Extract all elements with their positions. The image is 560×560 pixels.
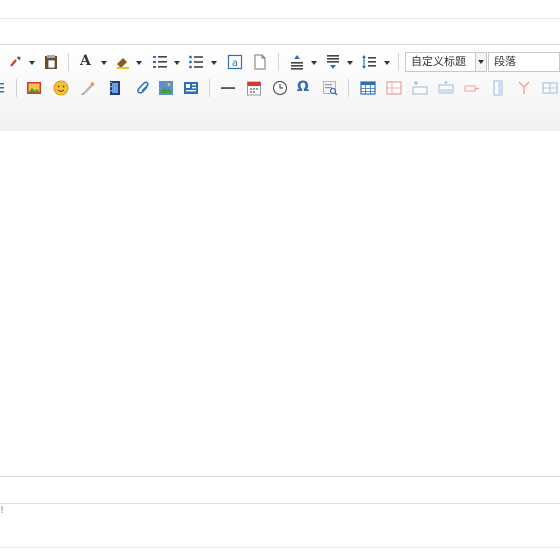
editor-bottom-bar	[0, 476, 560, 504]
toolbar-separator	[209, 79, 210, 97]
insert-paragraph-before-table-icon[interactable]	[412, 80, 428, 96]
chevron-down-icon	[478, 60, 484, 64]
time-icon[interactable]	[272, 80, 288, 96]
toolbar-separator	[68, 53, 69, 71]
highlight-color-icon[interactable]	[115, 54, 131, 70]
delete-row-icon[interactable]	[464, 80, 480, 96]
custom-heading-dropdown-button[interactable]	[476, 52, 487, 72]
special-characters-icon[interactable]: Ω	[297, 79, 309, 95]
insert-row-icon[interactable]	[438, 80, 454, 96]
insert-column-icon[interactable]	[490, 80, 506, 96]
unordered-list-icon[interactable]	[188, 54, 204, 70]
emotion-icon[interactable]	[53, 80, 69, 96]
indent-icon[interactable]	[0, 80, 6, 96]
row-spacing-bottom-dropdown-icon[interactable]	[347, 61, 353, 65]
attachment-icon[interactable]	[134, 80, 150, 96]
unordered-list-dropdown-icon[interactable]	[211, 61, 217, 65]
template-icon[interactable]	[183, 80, 199, 96]
line-height-icon[interactable]	[361, 54, 377, 70]
paragraph-format-select[interactable]: 段落	[488, 52, 560, 72]
delete-table-icon[interactable]	[386, 80, 402, 96]
clear-document-icon[interactable]	[252, 54, 268, 70]
toolbar-separator	[348, 79, 349, 97]
font-color-dropdown-icon[interactable]	[101, 61, 107, 65]
row-spacing-top-dropdown-icon[interactable]	[311, 61, 317, 65]
toolbar-separator	[398, 53, 399, 71]
highlight-dropdown-icon[interactable]	[136, 61, 142, 65]
toolbar-separator	[278, 53, 279, 71]
image-manager-icon[interactable]	[158, 80, 174, 96]
simple-image-icon[interactable]	[26, 80, 42, 96]
date-icon[interactable]	[246, 80, 262, 96]
insert-table-icon[interactable]	[360, 80, 376, 96]
insert-video-icon[interactable]	[107, 80, 123, 96]
merge-cells-icon[interactable]	[542, 80, 558, 96]
select-all-icon[interactable]: a	[227, 54, 243, 70]
row-spacing-top-icon[interactable]	[289, 54, 305, 70]
line-height-dropdown-icon[interactable]	[384, 61, 390, 65]
editor-content-area[interactable]	[0, 131, 560, 476]
ordered-list-icon[interactable]	[152, 54, 168, 70]
toolbar-row-1: A a 自定义标题 段落	[0, 51, 560, 73]
format-painter-icon[interactable]	[8, 54, 24, 70]
font-color-letter[interactable]: A	[80, 53, 91, 69]
toolbar-row-2: Ω	[0, 77, 560, 99]
bottom-divider	[0, 547, 560, 548]
row-spacing-bottom-icon[interactable]	[325, 54, 341, 70]
toolbar-separator	[16, 79, 17, 97]
search-replace-icon[interactable]	[322, 80, 338, 96]
scrawl-icon[interactable]	[80, 80, 96, 96]
status-text: !	[0, 505, 5, 516]
horizontal-rule-icon[interactable]	[220, 80, 236, 96]
delete-column-icon[interactable]	[516, 80, 532, 96]
custom-heading-select[interactable]: 自定义标题	[405, 52, 476, 72]
editor-toolbar: A a 自定义标题 段落 Ω	[0, 44, 560, 132]
svg-text:a: a	[232, 58, 238, 69]
format-painter-dropdown-icon[interactable]	[29, 61, 35, 65]
paste-text-icon[interactable]	[43, 54, 59, 70]
ordered-list-dropdown-icon[interactable]	[174, 61, 180, 65]
top-divider	[0, 18, 560, 19]
